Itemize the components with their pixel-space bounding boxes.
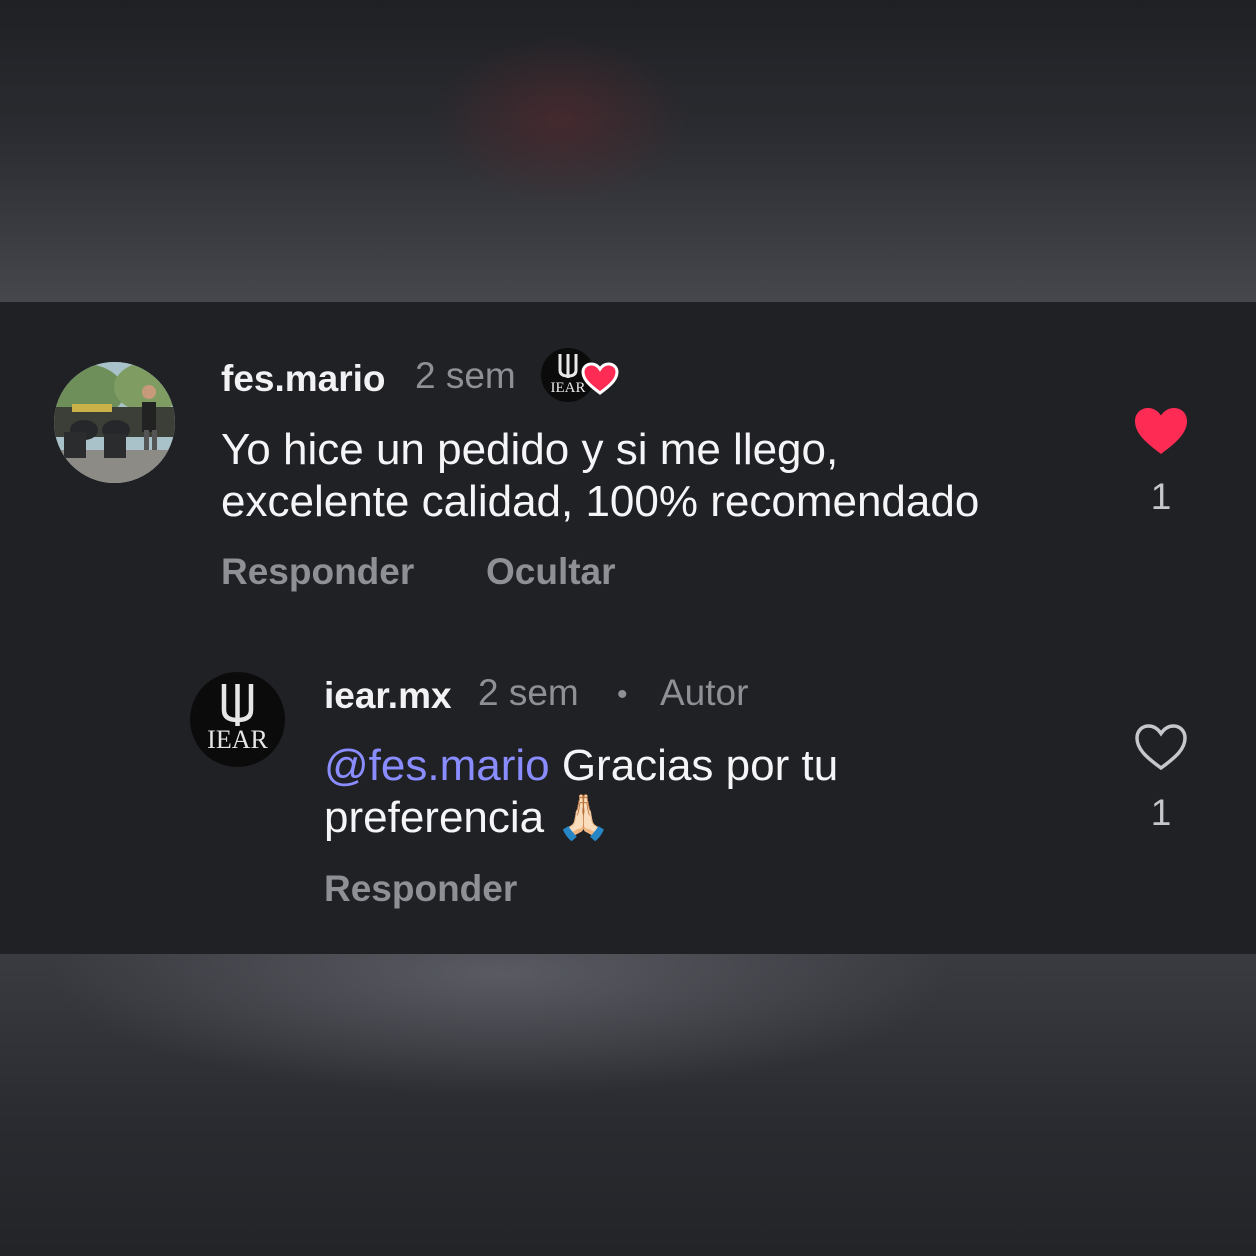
reply-like-button[interactable] — [1133, 722, 1189, 774]
reply-text-line: @fes.mario Gracias por tu — [324, 740, 1104, 792]
heart-filled-icon — [1135, 408, 1187, 454]
brand-avatar[interactable]: IEAR — [190, 672, 285, 767]
author-badge: Autor — [660, 672, 749, 713]
reply-text: @fes.mario Gracias por tu preferencia 🙏🏻 — [324, 740, 1104, 844]
heart-outline-icon — [1135, 724, 1187, 771]
user-avatar[interactable] — [54, 362, 175, 483]
mention-link[interactable]: @fes.mario — [324, 741, 550, 790]
reply-timestamp: 2 sem — [478, 672, 579, 713]
reply-text-line: preferencia 🙏🏻 — [324, 793, 612, 842]
hide-button[interactable]: Ocultar — [486, 551, 616, 593]
comment-text-line: excelente calidad, 100% recomendado — [221, 477, 980, 526]
brand-avatar-text: IEAR — [207, 725, 268, 754]
reply-text-rest: Gracias por tu — [549, 741, 839, 790]
comments-panel: fes.mario 2 sem IEAR Yo hice un pedido y… — [0, 302, 1256, 954]
blurred-background-bottom — [0, 954, 1256, 1256]
brand-avatar-logo: IEAR — [204, 684, 271, 762]
user-avatar-photo — [54, 362, 175, 483]
like-button[interactable] — [1133, 406, 1189, 458]
meta-separator: • — [617, 678, 628, 711]
blurred-background-top — [0, 0, 1256, 302]
reply-username[interactable]: iear.mx — [324, 675, 452, 717]
reply-button[interactable]: Responder — [221, 551, 414, 593]
creator-liked-badge: IEAR — [541, 348, 621, 404]
comment-timestamp: 2 sem — [415, 355, 516, 396]
creator-liked-heart-icon — [581, 362, 619, 395]
reply-button[interactable]: Responder — [324, 868, 517, 910]
like-count: 1 — [1150, 476, 1172, 517]
comment-text-line: Yo hice un pedido y si me llego, — [221, 425, 839, 474]
reply-like-count: 1 — [1150, 792, 1172, 833]
comment-username[interactable]: fes.mario — [221, 358, 386, 400]
comment-text: Yo hice un pedido y si me llego, excelen… — [221, 424, 1101, 528]
